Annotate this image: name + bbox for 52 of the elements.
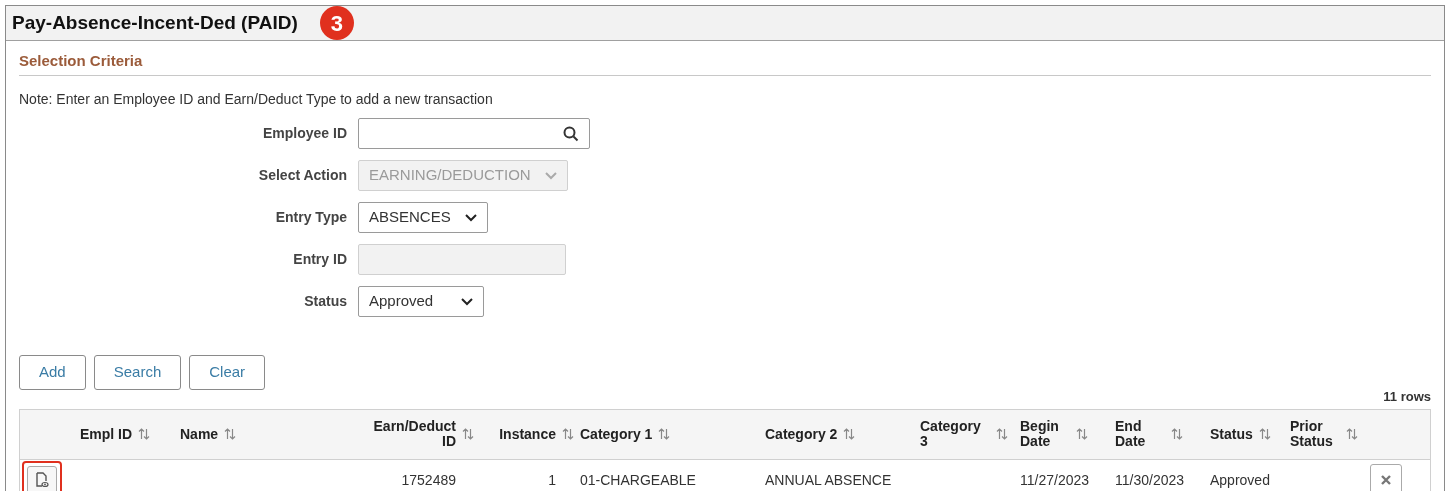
document-eye-icon [35, 471, 49, 488]
note-text: Note: Enter an Employee ID and Earn/Deduct Type to add a new transaction [19, 90, 494, 109]
chevron-down-icon [464, 213, 477, 222]
sort-icon[interactable] [843, 428, 856, 440]
employee-id-field[interactable] [358, 118, 590, 149]
column-header[interactable]: Begin Date [1020, 419, 1070, 449]
column-header[interactable]: Instance [499, 426, 556, 442]
table-cell: 11/27/2023 [1020, 471, 1090, 488]
section-title: Selection Criteria [19, 52, 143, 69]
chevron-down-icon [544, 171, 557, 180]
column-header[interactable]: Empl ID [80, 426, 133, 442]
table-cell: 1 [548, 471, 556, 488]
sort-icon[interactable] [462, 428, 474, 440]
field-label: Employee ID [261, 124, 347, 143]
table-cell: ANNUAL ABSENCE [765, 471, 892, 488]
table-cell: 01-CHARGEABLE [580, 471, 696, 488]
sort-icon[interactable] [224, 428, 237, 440]
column-header[interactable]: Earn/Deduct ID [360, 419, 456, 449]
delete-button[interactable] [1370, 463, 1402, 491]
sort-icon[interactable] [996, 428, 1008, 440]
sort-icon[interactable] [658, 428, 671, 440]
column-header[interactable]: End Date [1115, 419, 1165, 449]
sort-icon[interactable] [562, 428, 574, 440]
table-cell: Approved [1210, 471, 1270, 488]
sort-icon[interactable] [138, 428, 151, 440]
field-label: Entry Type [274, 208, 347, 227]
sort-icon[interactable] [1171, 428, 1183, 440]
field-label: Status [303, 292, 347, 311]
table-cell: 11/30/2023 [1115, 471, 1185, 488]
page-title: Pay-Absence-Incent-Ded (PAID) [12, 10, 298, 35]
dropdown-field[interactable]: Approved [358, 286, 484, 317]
action-button[interactable]: Clear [189, 355, 266, 390]
column-header[interactable]: Category 2 [765, 426, 838, 442]
sort-icon[interactable] [1258, 428, 1271, 440]
column-header[interactable]: Prior Status [1290, 419, 1340, 449]
table-cell: 1752489 [401, 471, 456, 488]
chevron-down-icon [461, 297, 473, 306]
action-button[interactable]: Add [19, 355, 86, 390]
field-label: Entry ID [292, 250, 347, 269]
search-icon[interactable] [563, 125, 579, 142]
sort-icon[interactable] [1076, 428, 1088, 440]
field-label: Select Action [257, 166, 347, 185]
column-header[interactable]: Status [1210, 426, 1253, 442]
action-button[interactable]: Search [93, 355, 182, 390]
row-count: 11 rows [1383, 388, 1431, 406]
column-header[interactable]: Category 1 [580, 426, 653, 442]
column-header[interactable]: Name [180, 426, 219, 442]
close-icon [1381, 474, 1391, 485]
step-number-badge: 3 [319, 6, 354, 40]
dropdown-field[interactable]: ABSENCES [358, 202, 488, 233]
sort-icon[interactable] [1346, 428, 1358, 440]
column-header[interactable]: Category 3 [920, 419, 990, 449]
